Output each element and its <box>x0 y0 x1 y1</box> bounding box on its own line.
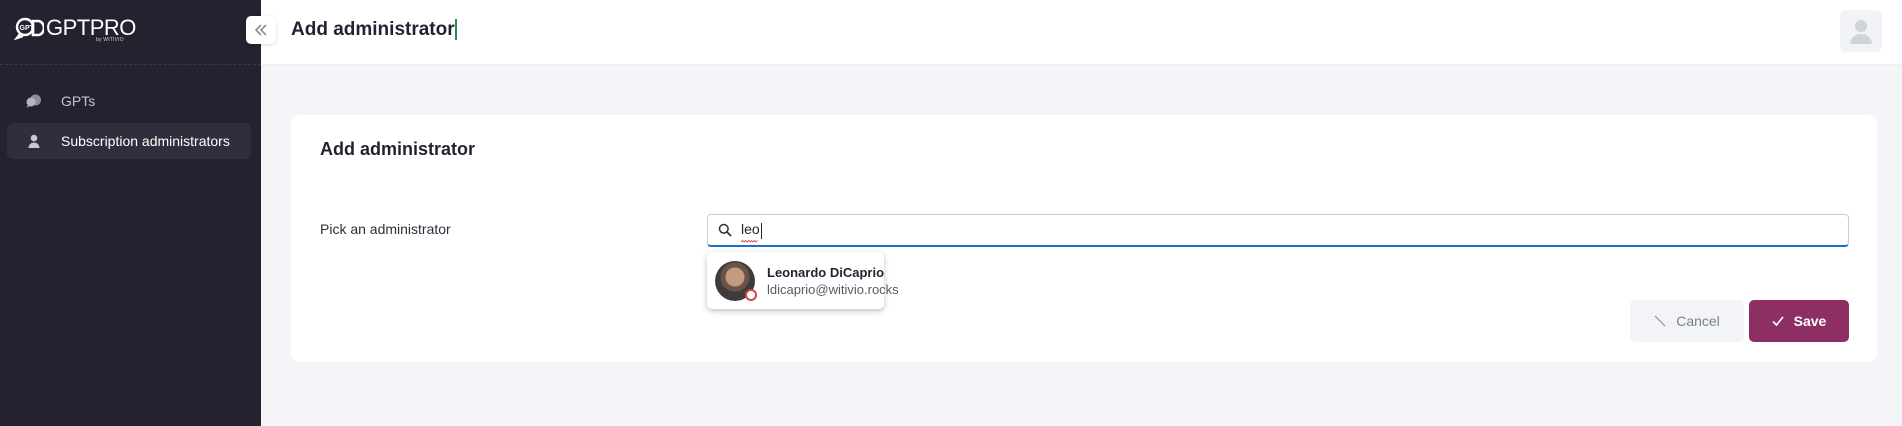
sidebar-item-label: Subscription administrators <box>61 133 230 149</box>
chat-bubbles-icon <box>26 93 42 109</box>
add-administrator-card: Add administrator Pick an administrator … <box>291 115 1877 362</box>
spellcheck-underline <box>741 239 758 243</box>
search-result-item[interactable]: Leonardo DiCaprio ldicaprio@witivio.rock… <box>707 252 899 309</box>
save-button[interactable]: Save <box>1749 300 1849 342</box>
search-icon <box>718 223 732 237</box>
double-chevron-left-icon <box>254 24 268 36</box>
page-title: Add administrator <box>291 19 455 40</box>
card-title: Add administrator <box>320 139 476 159</box>
collapse-sidebar-button[interactable] <box>246 16 276 44</box>
title-accent-bar <box>455 19 457 40</box>
sidebar-item-label: GPTs <box>61 93 96 109</box>
brand-logo[interactable]: GPT GPTPRO by WITIVIO <box>13 16 136 44</box>
result-avatar <box>715 260 757 301</box>
cancel-button[interactable]: Cancel <box>1630 300 1744 342</box>
top-header: Add administrator <box>261 0 1902 64</box>
pick-administrator-label: Pick an administrator <box>320 221 451 237</box>
person-icon <box>26 133 42 149</box>
administrator-search-input[interactable]: leo <box>707 214 1849 247</box>
sidebar-item-gpts[interactable]: GPTs <box>7 83 251 119</box>
cancel-label: Cancel <box>1676 313 1720 329</box>
text-caret <box>760 222 762 239</box>
result-name: Leonardo DiCaprio <box>767 264 885 280</box>
search-results-dropdown: Leonardo DiCaprio ldicaprio@witivio.rock… <box>707 252 899 309</box>
gptpro-logo-icon: GPT <box>13 16 46 41</box>
brand-sub: by WITIVIO <box>96 37 124 43</box>
search-text: leo <box>741 221 760 238</box>
result-email: ldicaprio@witivio.rocks <box>767 281 899 297</box>
user-avatar-button[interactable] <box>1840 10 1882 52</box>
user-avatar-icon <box>1849 18 1873 44</box>
sidebar-divider <box>0 64 261 65</box>
checkmark-icon <box>1772 315 1784 327</box>
search-value: leo <box>741 221 762 243</box>
sidebar-item-subscription-administrators[interactable]: Subscription administrators <box>7 123 251 159</box>
presence-status-badge <box>745 288 757 301</box>
slash-icon <box>1654 315 1666 327</box>
sidebar: GPT GPTPRO by WITIVIO GPTs Subscription … <box>0 0 261 426</box>
save-label: Save <box>1793 313 1827 329</box>
